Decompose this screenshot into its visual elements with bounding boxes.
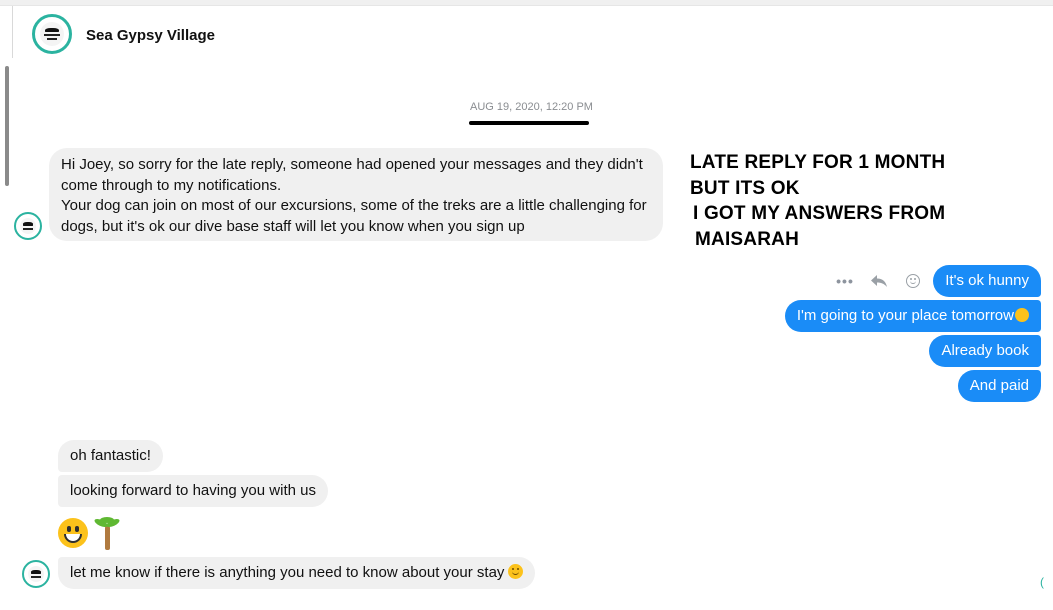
contact-name[interactable]: Sea Gypsy Village — [86, 27, 215, 44]
top-border — [0, 0, 1053, 6]
outgoing-message-bubble[interactable]: It's ok hunny — [933, 265, 1041, 297]
palm-tree-icon — [92, 516, 122, 550]
message-line: come through to my notifications. — [61, 176, 282, 194]
scroll-indicator-icon: ( — [1040, 575, 1044, 589]
message-timestamp: AUG 19, 2020, 12:20 PM — [470, 101, 593, 113]
chat-header: Sea Gypsy Village — [32, 14, 215, 56]
emoji-message[interactable] — [58, 514, 122, 550]
message-line: dogs, but it's ok our dive base staff wi… — [61, 217, 525, 235]
annotation-text: I GOT MY ANSWERS FROM — [693, 203, 946, 224]
react-icon[interactable] — [902, 271, 924, 291]
header-divider — [12, 6, 13, 58]
annotation-text: MAISARAH — [695, 229, 799, 250]
incoming-message-bubble[interactable]: let me know if there is anything you nee… — [58, 557, 536, 589]
more-icon[interactable]: ••• — [834, 271, 856, 291]
incoming-message-bubble[interactable]: looking forward to having you with us — [58, 475, 328, 507]
outgoing-message-bubble[interactable]: And paid — [957, 370, 1041, 402]
scrollbar[interactable] — [5, 66, 9, 186]
sender-avatar[interactable] — [22, 560, 50, 588]
travelers-choice-badge-icon — [27, 565, 45, 583]
laughing-emoji-icon — [1015, 308, 1029, 322]
message-text: let me know if there is anything you nee… — [70, 564, 505, 581]
annotation-text: LATE REPLY FOR 1 MONTH — [690, 152, 946, 173]
message-line: Hi Joey, so sorry for the late reply, so… — [61, 156, 643, 173]
incoming-message-bubble[interactable]: Hi Joey, so sorry for the late reply, so… — [49, 148, 663, 241]
smiling-emoji-icon — [508, 564, 524, 579]
incoming-message-bubble[interactable]: oh fantastic! — [58, 440, 163, 472]
outgoing-message-bubble[interactable]: Already book — [929, 335, 1041, 367]
grinning-face-icon — [58, 517, 88, 548]
message-line: Your dog can join on most of our excursi… — [61, 197, 647, 214]
reply-icon[interactable] — [868, 271, 890, 291]
travelers-choice-badge-icon — [19, 217, 37, 235]
sender-avatar[interactable] — [14, 212, 42, 240]
outgoing-message-bubble[interactable]: I'm going to your place tomorrow — [784, 300, 1041, 332]
annotation-underline — [469, 121, 589, 125]
annotation-text: BUT ITS OK — [690, 178, 800, 199]
message-text: I'm going to your place tomorrow — [796, 307, 1014, 324]
message-actions: ••• — [834, 271, 936, 291]
